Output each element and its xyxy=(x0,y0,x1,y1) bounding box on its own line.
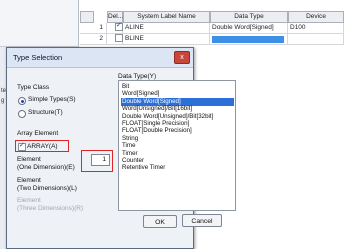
structure-label[interactable]: Structure(T) xyxy=(28,109,63,116)
dialog-title-bar[interactable]: Type Selection x xyxy=(7,48,193,68)
header-system-label-name[interactable]: System Label Name xyxy=(123,11,210,23)
element-one-input[interactable]: 1 xyxy=(91,154,110,166)
array-element-label: Array Element xyxy=(17,130,59,137)
row-label[interactable]: ALINE xyxy=(123,23,210,34)
array-checkbox[interactable]: ✓ xyxy=(18,142,26,151)
element-two-label-2: (Two Dimensions)(L) xyxy=(17,185,77,192)
row-checkbox-cell[interactable]: ✓ xyxy=(107,22,123,34)
left-panel-toolbar xyxy=(0,0,78,47)
row-number: 2 xyxy=(80,34,107,45)
cancel-button[interactable]: Cancel xyxy=(182,214,222,227)
row-label[interactable]: BLINE xyxy=(123,34,210,45)
type-selection-dialog: Type Selection x Type Class Simple Types… xyxy=(6,47,236,249)
simple-types-radio[interactable] xyxy=(18,97,26,105)
row-device[interactable]: D100 xyxy=(288,23,344,34)
type-class-label: Type Class xyxy=(17,84,50,91)
element-three-label-2: (Three Dimensions)(R) xyxy=(17,205,84,212)
close-button[interactable]: x xyxy=(174,51,190,64)
row-device[interactable] xyxy=(288,34,344,45)
data-type-label: Data Type(Y) xyxy=(118,73,157,80)
row-checkbox[interactable] xyxy=(115,34,123,43)
simple-types-label[interactable]: Simple Types(S) xyxy=(28,96,76,103)
header-row-number xyxy=(80,11,94,23)
row-data-type[interactable] xyxy=(210,34,288,45)
element-two-label: Element xyxy=(17,177,41,184)
element-one-label: Element xyxy=(17,156,41,163)
selected-cell-highlight xyxy=(212,36,284,43)
left-panel-text: g xyxy=(1,98,5,104)
row-checkbox-cell[interactable] xyxy=(107,34,123,45)
ok-button[interactable]: OK xyxy=(143,215,177,228)
element-three-label: Element xyxy=(17,197,41,204)
data-type-option[interactable]: Retentive Timer xyxy=(121,164,234,172)
element-one-label-2: (One Dimension)(E) xyxy=(17,164,75,171)
row-number: 1 xyxy=(80,23,107,34)
dialog-title: Type Selection xyxy=(13,53,63,62)
row-checkbox[interactable]: ✓ xyxy=(115,22,123,32)
data-type-list[interactable]: Bit Word[Signed] Double Word[Signed] Word[U… xyxy=(118,80,236,211)
array-checkbox-label[interactable]: ARRAY(A) xyxy=(27,143,58,150)
structure-radio[interactable] xyxy=(18,110,26,118)
header-data-type[interactable]: Data Type xyxy=(210,11,288,23)
row-data-type[interactable]: Double Word[Signed] xyxy=(210,23,288,34)
header-device[interactable]: Device xyxy=(288,11,344,23)
